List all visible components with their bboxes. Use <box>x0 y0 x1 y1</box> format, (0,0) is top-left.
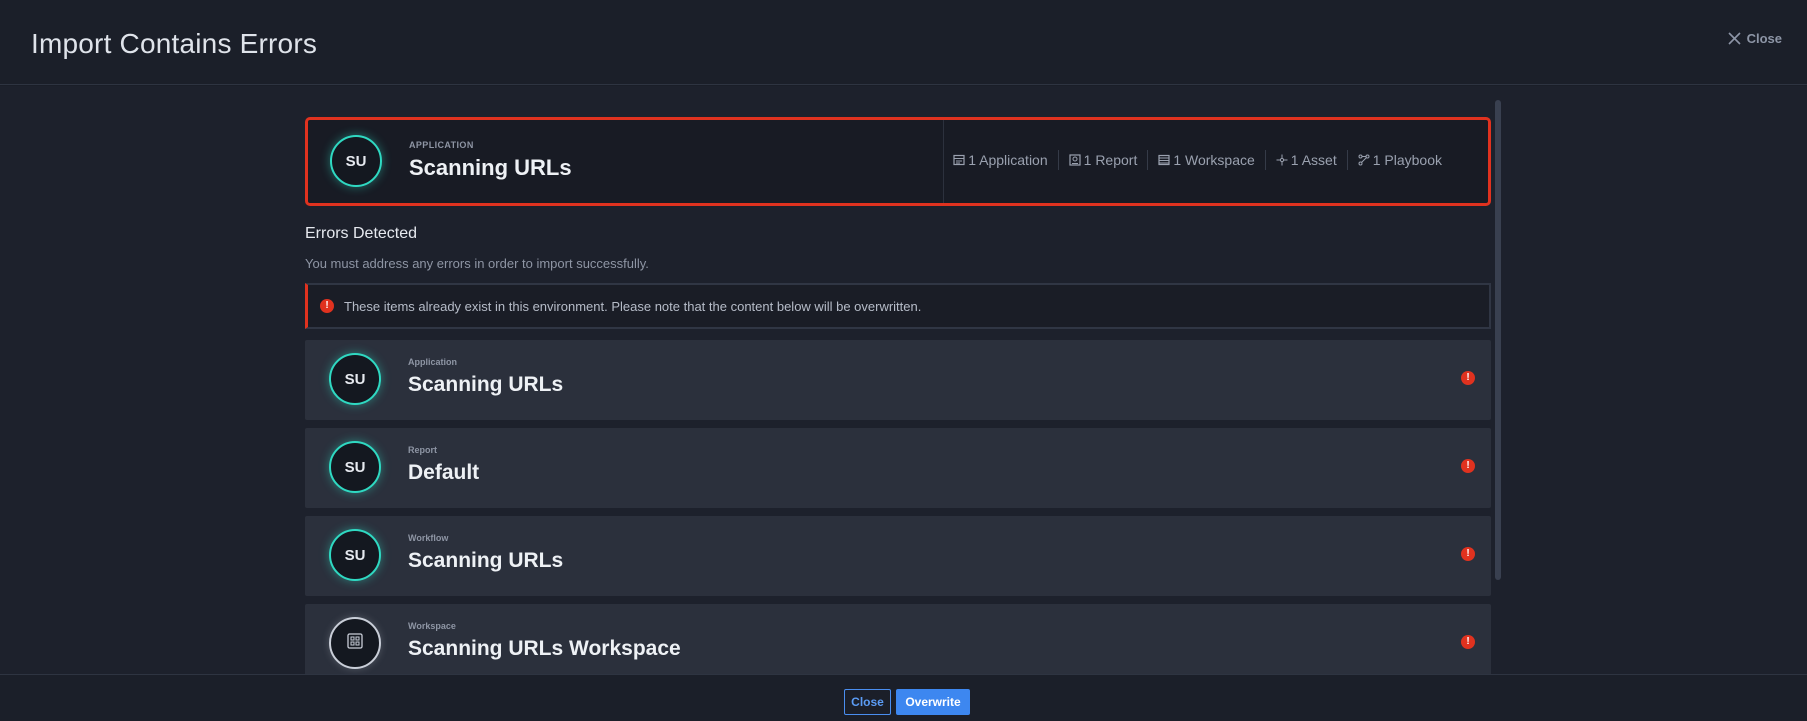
list-item[interactable]: SU Workflow Scanning URLs ! <box>305 516 1491 596</box>
report-icon <box>1069 154 1081 166</box>
error-icon: ! <box>1461 459 1475 473</box>
item-type: Workflow <box>408 533 449 543</box>
avatar: SU <box>329 353 381 405</box>
asset-icon <box>1276 154 1288 166</box>
item-name: Scanning URLs Workspace <box>408 637 681 660</box>
error-icon: ! <box>320 299 334 313</box>
list-item[interactable]: Workspace Scanning URLs Workspace ! <box>305 604 1491 674</box>
count-label: 1 Asset <box>1290 152 1337 168</box>
count-application: 1 Application <box>943 150 1057 170</box>
header-close-button[interactable]: Close <box>1728 31 1782 46</box>
item-type: Report <box>408 445 437 455</box>
list-item[interactable]: SU Report Default ! <box>305 428 1491 508</box>
avatar: SU <box>329 441 381 493</box>
item-type: Application <box>408 357 457 367</box>
item-name: Scanning URLs <box>408 373 564 396</box>
summary-name: Scanning URLs <box>409 155 572 180</box>
modal-footer: Close Overwrite <box>0 674 1807 721</box>
errors-title: Errors Detected <box>305 225 418 242</box>
close-icon <box>1728 32 1741 45</box>
playbook-icon <box>1358 154 1370 166</box>
count-workspace: 1 Workspace <box>1147 150 1264 170</box>
count-label: 1 Workspace <box>1173 152 1255 168</box>
page-title: Import Contains Errors <box>31 28 318 59</box>
count-label: 1 Application <box>968 152 1048 168</box>
count-playbook: 1 Playbook <box>1346 150 1452 170</box>
import-content: SU APPLICATION Scanning URLs 1 Applicati… <box>0 86 1807 674</box>
error-icon: ! <box>1461 547 1475 561</box>
avatar <box>329 617 381 669</box>
application-icon <box>953 154 965 166</box>
item-name: Scanning URLs <box>408 549 564 572</box>
error-icon: ! <box>1461 635 1475 649</box>
error-icon: ! <box>1461 371 1475 385</box>
item-type: Workspace <box>408 621 456 631</box>
summary-type: APPLICATION <box>409 140 474 150</box>
scrollbar[interactable] <box>1495 100 1501 580</box>
avatar: SU <box>330 135 382 187</box>
modal-header: Import Contains Errors Close <box>0 0 1807 85</box>
overwrite-alert: ! These items already exist in this envi… <box>305 283 1491 329</box>
avatar: SU <box>329 529 381 581</box>
alert-message: These items already exist in this enviro… <box>344 298 922 314</box>
overwrite-button[interactable]: Overwrite <box>896 689 970 715</box>
import-summary-card: SU APPLICATION Scanning URLs 1 Applicati… <box>305 117 1491 206</box>
item-name: Default <box>408 461 480 484</box>
count-asset: 1 Asset <box>1264 150 1347 170</box>
list-item[interactable]: SU Application Scanning URLs ! <box>305 340 1491 420</box>
count-report: 1 Report <box>1057 150 1148 170</box>
close-button[interactable]: Close <box>844 689 891 715</box>
count-label: 1 Report <box>1083 152 1138 168</box>
count-label: 1 Playbook <box>1372 152 1442 168</box>
header-close-label: Close <box>1746 31 1782 46</box>
errors-subtitle: You must address any errors in order to … <box>305 256 649 271</box>
content-counts: 1 Application 1 Report 1 Workspace 1 Ass… <box>943 150 1452 170</box>
workspace-icon <box>1158 154 1170 166</box>
workspace-icon <box>347 633 363 653</box>
